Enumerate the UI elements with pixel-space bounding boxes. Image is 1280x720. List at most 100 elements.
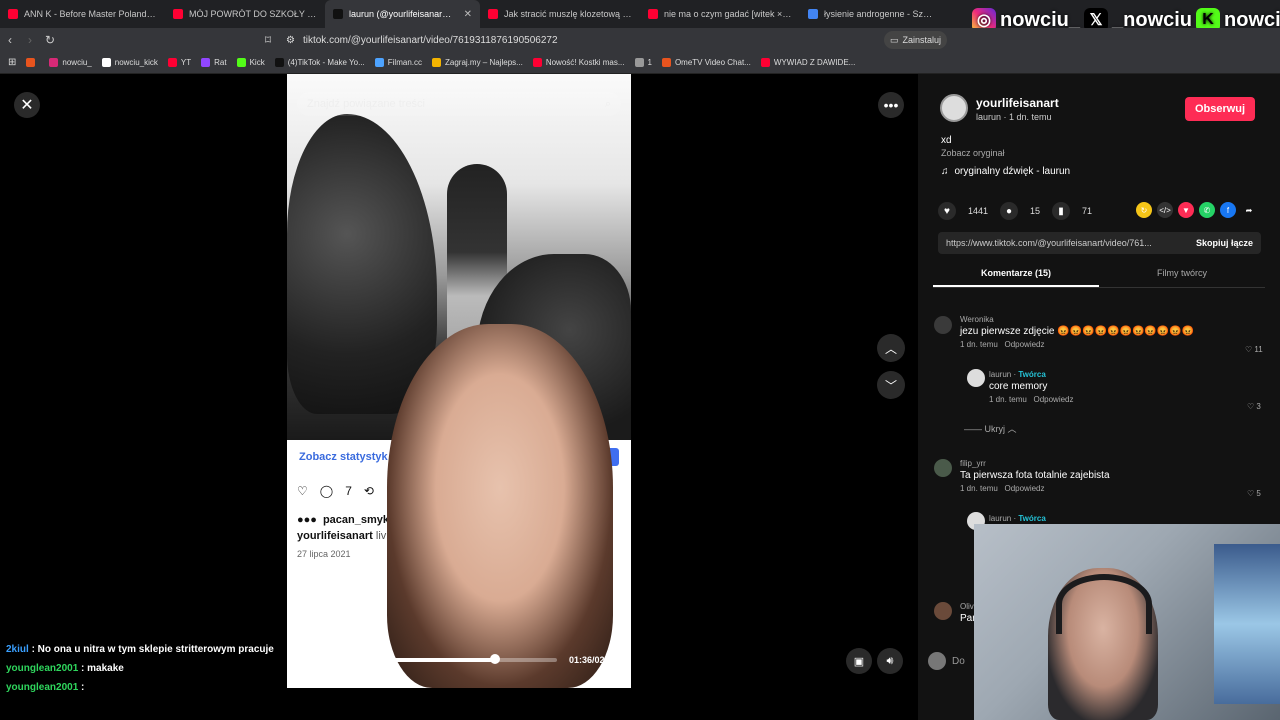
- bookmark-item[interactable]: [26, 58, 39, 67]
- bookmark-item[interactable]: WYWIAD Z DAWIDE...: [760, 58, 855, 67]
- comment-user[interactable]: filip_yrr: [960, 459, 1110, 468]
- bookmark-item[interactable]: OmeTV Video Chat...: [661, 58, 751, 67]
- instagram-likers: ●●● pacan_smyku: [297, 514, 396, 526]
- browser-tab[interactable]: łysienie androgenne - Szukaj w Goo: [800, 0, 945, 28]
- tab-favicon-icon: [808, 9, 818, 19]
- bookmark-item[interactable]: nowciu_: [49, 58, 92, 67]
- author-username[interactable]: yourlifeisanart: [976, 96, 1059, 110]
- bookmark-favicon-icon: [374, 58, 384, 67]
- see-original-link[interactable]: Zobacz oryginał: [941, 148, 1005, 158]
- address-bar[interactable]: ⚙ tiktok.com/@yourlifeisanart/video/7619…: [286, 35, 986, 46]
- close-icon[interactable]: ✕: [14, 92, 40, 118]
- tab-creator-videos[interactable]: Filmy twórcy: [1099, 264, 1265, 287]
- commenter-avatar[interactable]: [934, 316, 952, 334]
- related-search-bar[interactable]: Znajdź powiązane treści ⌕: [297, 92, 621, 116]
- install-button[interactable]: ▭ Zainstaluj: [884, 31, 948, 49]
- comment-item: Weronika jezu pierwsze zdjęcie 😡😡😡😡😡😡😡😡😡…: [960, 315, 1194, 349]
- like-icon[interactable]: ♥: [938, 202, 956, 220]
- hide-label: Ukryj: [984, 424, 1006, 434]
- reply-button[interactable]: Odpowiedz: [1033, 395, 1073, 404]
- video-player[interactable]: Znajdź powiązane treści ⌕ Zobacz statyst…: [287, 74, 631, 688]
- reply-button[interactable]: Odpowiedz: [1004, 484, 1044, 493]
- panel-tabs: Komentarze (15) Filmy twórcy: [933, 264, 1265, 288]
- tab-close-icon[interactable]: ✕: [464, 9, 472, 20]
- comment-user[interactable]: Weronika: [960, 315, 1194, 324]
- commenter-avatar[interactable]: [934, 602, 952, 620]
- music-info[interactable]: ♫ oryginalny dźwięk - laurun: [941, 166, 1070, 177]
- video-link-field[interactable]: https://www.tiktok.com/@yourlifeisanart/…: [946, 238, 1152, 248]
- music-title: oryginalny dźwięk - laurun: [954, 166, 1071, 177]
- bookmark-item[interactable]: Filman.cc: [374, 58, 422, 67]
- bookmark-item[interactable]: nowciu_kick: [101, 58, 158, 67]
- copy-link-button[interactable]: Skopiuj łącze: [1196, 238, 1253, 248]
- bookmark-favicon-icon: [49, 58, 59, 67]
- repost-share-icon[interactable]: ↻: [1136, 202, 1152, 218]
- site-info-icon[interactable]: ⚙: [286, 35, 295, 46]
- commenter-avatar[interactable]: [934, 459, 952, 477]
- heart-icon: ♡: [297, 484, 308, 498]
- bookmark-item[interactable]: Nowość! Kostki mas...: [532, 58, 625, 67]
- forward-icon[interactable]: ›: [20, 33, 40, 47]
- comment-bubble-icon[interactable]: ●: [1000, 202, 1019, 220]
- reply-like-count: 3: [1256, 402, 1261, 411]
- instagram-date: 27 lipca 2021: [297, 549, 351, 559]
- liker-name: pacan_smyku: [322, 514, 396, 526]
- bookmark-icon[interactable]: ⌑: [258, 33, 278, 47]
- save-icon[interactable]: ▮: [1052, 202, 1071, 220]
- video-actions: ♥ 1441 ● 15 ▮ 71: [938, 202, 1092, 220]
- whatsapp-icon[interactable]: ✆: [1199, 202, 1215, 218]
- bookmark-item[interactable]: Rat: [201, 58, 227, 67]
- browser-tab[interactable]: MÓJ POWRÓT DO SZKOŁY i SMUTN: [165, 0, 325, 28]
- chat-username: younglean2001: [6, 663, 79, 674]
- comment-likes[interactable]: ♡ 5: [1247, 489, 1261, 498]
- back-icon[interactable]: ‹: [0, 33, 20, 47]
- bookmark-item[interactable]: Zagraj.my – Najleps...: [432, 58, 523, 67]
- avatar[interactable]: [940, 94, 968, 122]
- caption-user: yourlifeisanart: [297, 530, 373, 542]
- more-options-icon[interactable]: •••: [878, 92, 904, 118]
- comment-likes[interactable]: ♡ 11: [1245, 345, 1263, 354]
- browser-tab[interactable]: laurun (@yourlifeisanart) | Tik ✕: [325, 0, 480, 28]
- follow-button[interactable]: Obserwuj: [1185, 97, 1255, 121]
- video-progress-bar[interactable]: [297, 654, 557, 664]
- reply-button[interactable]: Odpowiedz: [1004, 340, 1044, 349]
- share-arrow-icon[interactable]: ➦: [1241, 202, 1257, 218]
- bookmark-label: YT: [180, 58, 192, 67]
- streamer-webcam: [974, 524, 1280, 720]
- tab-title: nie ma o czym gadać [witek × kasix: [664, 9, 792, 19]
- tab-favicon-icon: [488, 9, 498, 19]
- picture-in-picture-icon[interactable]: ▣: [846, 648, 872, 674]
- browser-tab[interactable]: ANN K - Before Master Poland Dj Ba: [0, 0, 165, 28]
- bookmark-item[interactable]: 1: [634, 58, 652, 67]
- progress-knob[interactable]: [489, 654, 500, 664]
- embed-icon[interactable]: </>: [1157, 202, 1173, 218]
- tab-comments[interactable]: Komentarze (15): [933, 264, 1099, 287]
- stream-chat: 2kiul : No ona u nitra w tym sklepie str…: [6, 640, 274, 697]
- comment-text: Ta pierwsza fota totalnie zajebista: [960, 470, 1110, 481]
- bookmark-item[interactable]: YT: [167, 58, 192, 67]
- reply-user[interactable]: laurun: [989, 370, 1011, 379]
- bookmarks-bar: ⊞ nowciu_ nowciu_kick YT Rat Kick (4)TikTok -…: [0, 52, 1280, 74]
- bookmark-label: Nowość! Kostki mas...: [545, 58, 625, 67]
- reply-item: laurun · Twórca: [989, 514, 1046, 523]
- facebook-icon[interactable]: f: [1220, 202, 1236, 218]
- next-video-icon[interactable]: ﹀: [877, 371, 905, 399]
- like-count: 1441: [968, 206, 989, 216]
- bookmark-item[interactable]: (4)TikTok - Make Yo...: [274, 58, 365, 67]
- reply-likes[interactable]: ♡ 3: [1247, 402, 1261, 411]
- creator-avatar[interactable]: [967, 369, 985, 387]
- browser-toolbar: ‹ › ↻ ⌑ ⚙ tiktok.com/@yourlifeisanart/vi…: [0, 28, 1280, 52]
- browser-tab[interactable]: Jak stracić muszlę klozetową o półno: [480, 0, 640, 28]
- browser-tab[interactable]: nie ma o czym gadać [witek × kasix: [640, 0, 800, 28]
- bookmark-item[interactable]: Kick: [236, 58, 265, 67]
- creator-badge: Twórca: [1018, 514, 1046, 523]
- volume-icon[interactable]: 🔊︎: [877, 648, 903, 674]
- send-to-friends-icon[interactable]: ▼: [1178, 202, 1194, 218]
- apps-icon[interactable]: ⊞: [8, 57, 16, 68]
- bookmark-favicon-icon: [661, 58, 671, 67]
- hide-replies-link[interactable]: —— Ukryj ︿: [964, 422, 1017, 435]
- search-icon[interactable]: ⌕: [605, 98, 611, 111]
- previous-video-icon[interactable]: ︿: [877, 334, 905, 362]
- reload-icon[interactable]: ↻: [40, 33, 60, 47]
- reply-user[interactable]: laurun: [989, 514, 1011, 523]
